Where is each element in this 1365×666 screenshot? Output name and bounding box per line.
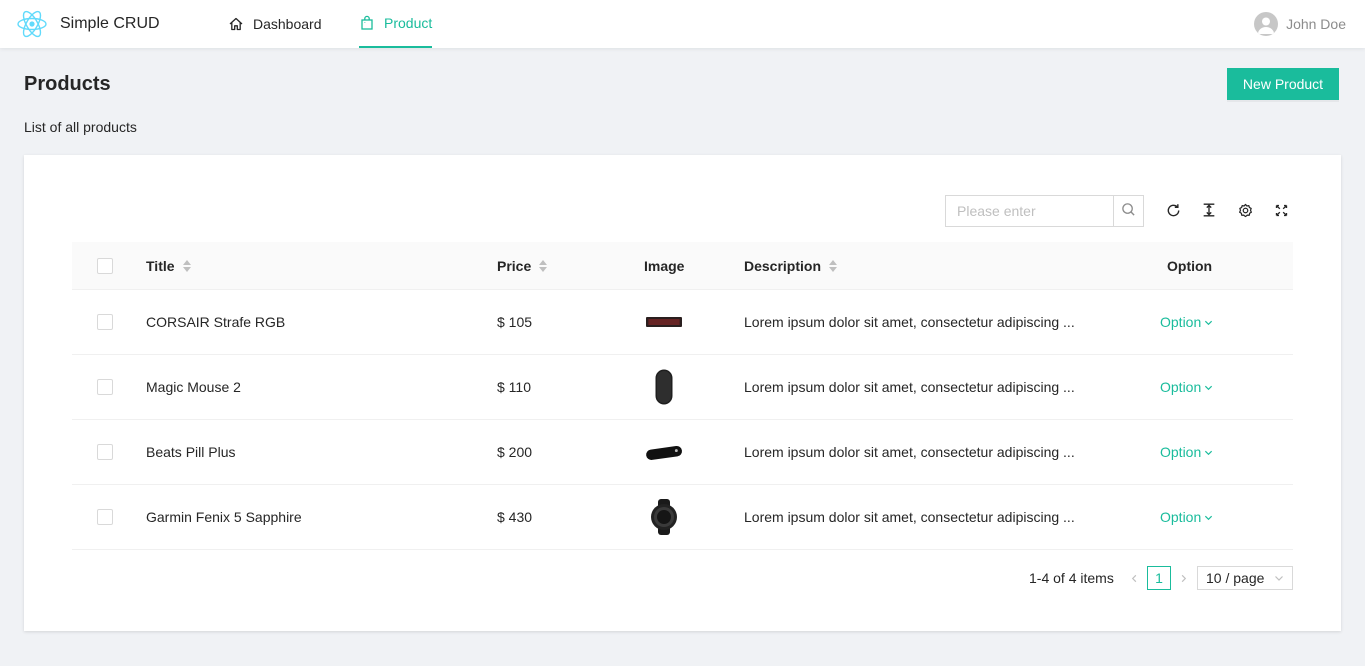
nav-product[interactable]: Product — [359, 0, 433, 48]
chevron-down-icon — [1204, 383, 1213, 392]
page-subtitle: List of all products — [24, 119, 137, 135]
keyboard-image — [646, 290, 682, 354]
home-icon — [228, 16, 244, 32]
option-label: Option — [1160, 509, 1202, 525]
nav-dashboard[interactable]: Dashboard — [228, 0, 322, 48]
search-input[interactable] — [946, 196, 1113, 226]
products-card: Title Price Image Description Option COR… — [24, 155, 1341, 631]
search-button[interactable] — [1113, 196, 1143, 226]
new-product-button[interactable]: New Product — [1227, 68, 1339, 100]
row-checkbox[interactable] — [97, 355, 113, 419]
prev-page-icon[interactable] — [1130, 566, 1139, 590]
product-price: $ 200 — [497, 444, 533, 460]
product-title: Beats Pill Plus — [146, 444, 236, 460]
search-icon — [1121, 202, 1136, 220]
option-dropdown[interactable]: Option — [1160, 420, 1213, 484]
page-size-label: 10 / page — [1206, 570, 1265, 586]
column-description[interactable]: Description — [744, 242, 838, 289]
nav-product-label: Product — [384, 15, 433, 31]
product-description: Lorem ipsum dolor sit amet, consectetur … — [744, 314, 1075, 330]
column-image-label: Image — [644, 257, 685, 274]
products-table: Title Price Image Description Option COR… — [72, 242, 1293, 550]
top-header: Simple CRUD Dashboard Product John Doe — [0, 0, 1365, 48]
chevron-down-icon — [1204, 448, 1213, 457]
mouse-image — [655, 355, 673, 419]
option-label: Option — [1160, 314, 1202, 330]
page-size-select[interactable]: 10 / page — [1197, 566, 1293, 590]
option-dropdown[interactable]: Option — [1160, 485, 1213, 549]
column-image: Image — [644, 242, 684, 289]
column-option-label: Option — [1167, 257, 1213, 274]
setting-icon[interactable] — [1236, 201, 1254, 219]
nav-dashboard-label: Dashboard — [253, 16, 322, 32]
chevron-down-icon — [1204, 513, 1213, 522]
product-price: $ 430 — [497, 509, 533, 525]
sort-icon[interactable] — [182, 259, 191, 272]
next-page-icon[interactable] — [1179, 566, 1188, 590]
chevron-down-icon — [1204, 318, 1213, 327]
page-title: Products — [24, 73, 111, 95]
select-all-checkbox[interactable] — [97, 242, 113, 289]
chevron-down-icon — [1274, 570, 1284, 586]
page-number-button[interactable]: 1 — [1147, 566, 1171, 590]
reload-icon[interactable] — [1164, 201, 1182, 219]
product-description: Lorem ipsum dolor sit amet, consectetur … — [744, 379, 1075, 395]
table-row: CORSAIR Strafe RGB $ 105 Lorem ipsum dol… — [72, 290, 1293, 355]
column-price[interactable]: Price — [497, 242, 548, 289]
watch-image — [648, 485, 680, 549]
row-checkbox[interactable] — [97, 290, 113, 354]
product-price: $ 105 — [497, 314, 533, 330]
sort-icon[interactable] — [829, 259, 838, 272]
shopping-bag-icon — [359, 15, 375, 31]
pagination-total: 1-4 of 4 items — [1029, 570, 1114, 586]
fullscreen-icon[interactable] — [1272, 201, 1290, 219]
product-title: Magic Mouse 2 — [146, 379, 241, 395]
option-dropdown[interactable]: Option — [1160, 355, 1213, 419]
search-box — [945, 195, 1144, 227]
column-title-label: Title — [146, 257, 175, 274]
option-label: Option — [1160, 379, 1202, 395]
column-title[interactable]: Title — [146, 242, 191, 289]
react-atom-icon[interactable] — [16, 9, 48, 39]
column-height-icon[interactable] — [1200, 201, 1218, 219]
avatar — [1254, 12, 1279, 36]
product-title: CORSAIR Strafe RGB — [146, 314, 286, 330]
app-title[interactable]: Simple CRUD — [60, 15, 160, 33]
option-label: Option — [1160, 444, 1202, 460]
table-header: Title Price Image Description Option — [72, 242, 1293, 290]
option-dropdown[interactable]: Option — [1160, 290, 1213, 354]
table-row: Garmin Fenix 5 Sapphire $ 430 Lorem ipsu… — [72, 485, 1293, 550]
product-price: $ 110 — [497, 379, 531, 395]
user-name: John Doe — [1286, 16, 1346, 32]
column-option: Option — [1167, 242, 1212, 289]
product-title: Garmin Fenix 5 Sapphire — [146, 509, 302, 525]
sort-icon[interactable] — [539, 259, 548, 272]
product-description: Lorem ipsum dolor sit amet, consectetur … — [744, 444, 1075, 460]
speaker-image — [645, 420, 683, 484]
row-checkbox[interactable] — [97, 420, 113, 484]
product-description: Lorem ipsum dolor sit amet, consectetur … — [744, 509, 1075, 525]
column-description-label: Description — [744, 257, 822, 274]
user-menu[interactable]: John Doe — [1254, 12, 1346, 36]
row-checkbox[interactable] — [97, 485, 113, 549]
column-price-label: Price — [497, 257, 532, 274]
table-row: Beats Pill Plus $ 200 Lorem ipsum dolor … — [72, 420, 1293, 485]
table-row: Magic Mouse 2 $ 110 Lorem ipsum dolor si… — [72, 355, 1293, 420]
